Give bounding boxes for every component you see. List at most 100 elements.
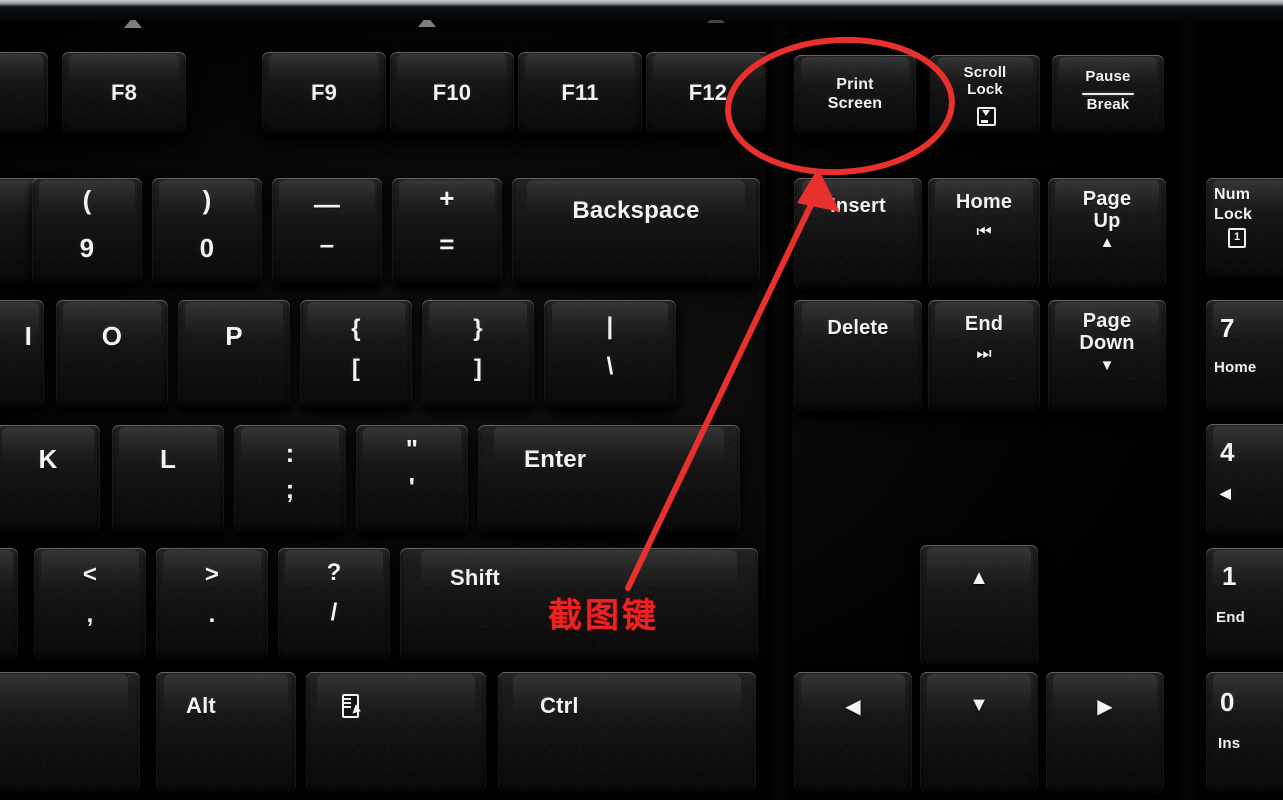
key-doublequote-label: " [405, 434, 419, 464]
key-bracket-left[interactable]: { [ [300, 300, 412, 408]
key-numpad-7-label: 7 [1220, 313, 1235, 343]
key-arrow-left[interactable]: ◀ [794, 672, 912, 794]
key-period-label: . [208, 601, 216, 628]
key-9-shifted-label: ( [82, 185, 92, 215]
key-home[interactable]: Home ⏮ [928, 178, 1040, 290]
key-9-label: 9 [79, 233, 95, 263]
key-enter-label: Enter [524, 446, 587, 473]
key-comma[interactable]: < , [34, 548, 146, 660]
numpad-divider [1170, 20, 1204, 800]
key-end[interactable]: End ⏭ [928, 300, 1040, 412]
key-semicolon[interactable]: : ; [234, 425, 346, 533]
key-slash-label: / [330, 599, 338, 626]
key-backslash[interactable]: | \ [544, 300, 676, 408]
key-0-shifted-label: ) [202, 185, 212, 215]
key-arrow-right[interactable]: ▶ [1046, 672, 1164, 794]
key-f11[interactable]: F11 [518, 52, 642, 134]
key-numpad-0[interactable]: 0 Ins [1206, 672, 1283, 794]
key-numpad-1-label: 1 [1222, 561, 1237, 591]
key-f12[interactable]: F12 [646, 52, 770, 134]
key-num-lock[interactable]: Num Lock 1 [1206, 178, 1283, 278]
key-print-screen-label: Print Screen [827, 76, 883, 112]
key-bracket-right-label: ] [473, 355, 483, 382]
key-f11-label: F11 [561, 80, 599, 106]
annotation-label: 截图键 [548, 596, 659, 636]
key-delete[interactable]: Delete [794, 300, 922, 412]
key-insert-label: Insert [830, 195, 886, 217]
key-backspace-label: Backspace [572, 197, 700, 224]
key-plus-label: + [439, 183, 455, 213]
key-arrow-down[interactable]: ▼ [920, 672, 1038, 794]
key-greater-than-label: > [204, 561, 220, 588]
key-backspace[interactable]: Backspace [512, 178, 760, 284]
key-f8[interactable]: F8 [62, 52, 186, 134]
key-shift-label: Shift [450, 565, 500, 590]
key-f10[interactable]: F10 [390, 52, 514, 134]
key-l[interactable]: L [112, 425, 224, 533]
key-arrow-up[interactable]: ▲ [920, 545, 1038, 667]
key-0[interactable]: ) 0 [152, 178, 262, 284]
key-num-lock-label-top: Num [1214, 186, 1251, 203]
key-page-down[interactable]: Page Down ▼ [1048, 300, 1166, 412]
key-question-label: ? [326, 559, 342, 586]
key-9[interactable]: ( 9 [32, 178, 142, 284]
key-page-down-label-top: Page [1082, 310, 1132, 332]
key-p-label: P [225, 321, 243, 351]
pause-break-rule [1082, 93, 1134, 95]
key-k-label: K [38, 444, 58, 474]
key-numpad-4-label: 4 [1220, 437, 1235, 467]
key-period[interactable]: > . [156, 548, 268, 660]
key-i[interactable]: I [0, 300, 44, 408]
key-page-down-label-bottom: Down [1079, 332, 1135, 354]
key-scroll-lock[interactable]: Scroll Lock [930, 55, 1040, 135]
key-alt-label: Alt [186, 693, 216, 718]
key-break-label: Break [1086, 96, 1130, 113]
key-bracket-right[interactable]: } ] [422, 300, 534, 408]
key-minus[interactable]: — – [272, 178, 382, 284]
key-scroll-lock-label: Scroll Lock [963, 64, 1007, 99]
key-i-label: I [24, 321, 32, 351]
key-block-divider [766, 20, 792, 800]
key-equals[interactable]: + = [392, 178, 502, 284]
key-slash[interactable]: ? / [278, 548, 390, 660]
num-lock-indicator-box: 1 [1228, 228, 1247, 248]
key-page-up[interactable]: Page Up ▲ [1048, 178, 1166, 290]
arrow-down-icon: ▼ [969, 694, 989, 716]
key-p[interactable]: P [178, 300, 290, 408]
key-numpad-7-sublabel: Home [1214, 359, 1257, 376]
numpad-4-arrow-left-icon: ◀ [1220, 485, 1231, 501]
key-insert[interactable]: Insert [794, 178, 922, 290]
key-f7-partial[interactable] [0, 52, 48, 134]
key-delete-label: Delete [827, 317, 889, 339]
key-alt-right[interactable]: Alt [156, 672, 296, 794]
key-numpad-4[interactable]: 4 ◀ [1206, 424, 1283, 536]
key-m-partial[interactable] [0, 548, 18, 660]
key-space-partial[interactable] [0, 672, 140, 794]
key-numpad-1[interactable]: 1 End [1206, 548, 1283, 660]
key-numpad-7[interactable]: 7 Home [1206, 300, 1283, 412]
key-home-label: Home [955, 191, 1013, 213]
key-semicolon-label: ; [285, 474, 295, 504]
key-numpad-0-sublabel: Ins [1218, 735, 1241, 752]
key-f10-label: F10 [432, 80, 472, 106]
key-brace-right-label: } [473, 315, 483, 342]
key-o-label: O [101, 321, 123, 351]
key-numpad-0-label: 0 [1220, 687, 1235, 717]
key-pause-label: Pause [1085, 68, 1131, 85]
arrow-left-icon: ◀ [845, 696, 861, 718]
key-enter[interactable]: Enter [478, 425, 740, 533]
key-pause-break[interactable]: Pause Break [1052, 55, 1164, 135]
key-l-label: L [159, 444, 177, 474]
key-ctrl-right[interactable]: Ctrl [498, 672, 756, 794]
key-quote[interactable]: " ' [356, 425, 468, 533]
key-k[interactable]: K [0, 425, 100, 533]
key-f9[interactable]: F9 [262, 52, 386, 134]
key-o[interactable]: O [56, 300, 168, 408]
key-print-screen[interactable]: Print Screen [794, 55, 916, 135]
key-underscore-label: — [313, 189, 341, 219]
keyboard-bezel-shadow [0, 7, 1283, 20]
key-f12-label: F12 [688, 80, 728, 106]
context-menu-icon [342, 694, 363, 718]
key-0-label: 0 [199, 233, 215, 263]
key-context-menu[interactable] [306, 672, 486, 794]
